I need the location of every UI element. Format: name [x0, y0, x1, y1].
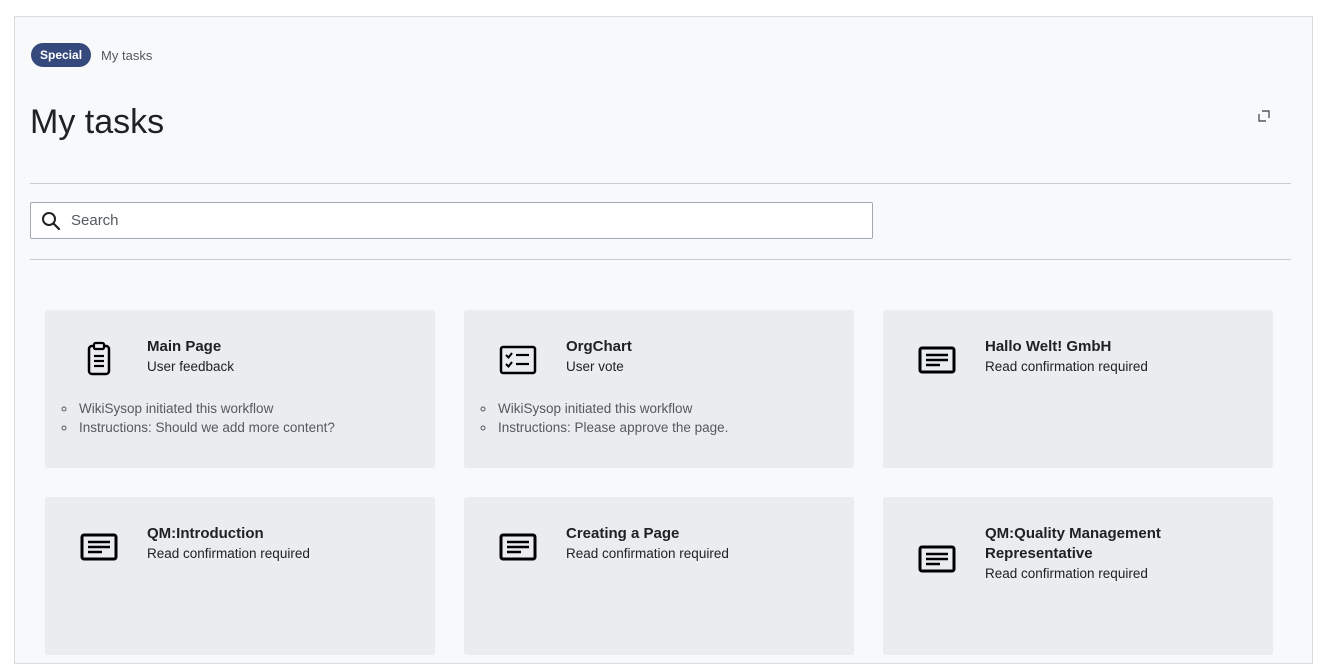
- task-card-orgchart[interactable]: OrgChart User vote WikiSysop initiated t…: [464, 310, 854, 468]
- card-subtitle: Read confirmation required: [985, 359, 1148, 374]
- special-page-panel: Special My tasks My tasks Main Page: [14, 16, 1313, 664]
- document-icon: [499, 533, 537, 561]
- divider-bottom: [30, 259, 1291, 260]
- search-box[interactable]: [30, 202, 873, 239]
- breadcrumb: Special My tasks: [31, 43, 152, 67]
- task-card-main-page[interactable]: Main Page User feedback WikiSysop initia…: [45, 310, 435, 468]
- card-title[interactable]: OrgChart: [566, 337, 836, 357]
- document-icon: [80, 533, 118, 561]
- detail-item: WikiSysop initiated this workflow: [496, 399, 728, 418]
- card-subtitle: Read confirmation required: [147, 546, 310, 561]
- search-icon: [42, 211, 61, 230]
- task-card-creating-a-page[interactable]: Creating a Page Read confirmation requir…: [464, 497, 854, 655]
- page-title: My tasks: [30, 103, 165, 141]
- special-badge[interactable]: Special: [31, 43, 92, 67]
- card-title[interactable]: QM:Quality Management Representative: [985, 524, 1215, 564]
- detail-item: WikiSysop initiated this workflow: [77, 399, 335, 418]
- card-subtitle: User vote: [566, 359, 624, 374]
- popout-icon[interactable]: [1257, 109, 1271, 123]
- card-title[interactable]: QM:Introduction: [147, 524, 417, 544]
- divider-top: [30, 183, 1291, 184]
- card-subtitle: Read confirmation required: [566, 546, 729, 561]
- card-title[interactable]: Main Page: [147, 337, 417, 357]
- card-subtitle: User feedback: [147, 359, 235, 374]
- document-icon: [918, 545, 956, 573]
- document-icon: [918, 346, 956, 374]
- checklist-icon: [499, 345, 537, 375]
- clipboard-icon: [87, 341, 111, 376]
- task-card-qm-quality-management-representative[interactable]: QM:Quality Management Representative Rea…: [883, 497, 1273, 655]
- search-input[interactable]: [69, 211, 853, 230]
- card-details: WikiSysop initiated this workflow Instru…: [63, 399, 335, 437]
- card-subtitle: Read confirmation required: [985, 566, 1148, 581]
- detail-item: Instructions: Should we add more content…: [77, 418, 335, 437]
- card-details: WikiSysop initiated this workflow Instru…: [482, 399, 728, 437]
- card-title[interactable]: Hallo Welt! GmbH: [985, 337, 1255, 357]
- detail-item: Instructions: Please approve the page.: [496, 418, 728, 437]
- task-card-qm-introduction[interactable]: QM:Introduction Read confirmation requir…: [45, 497, 435, 655]
- card-title[interactable]: Creating a Page: [566, 524, 836, 544]
- task-card-hallo-welt[interactable]: Hallo Welt! GmbH Read confirmation requi…: [883, 310, 1273, 468]
- breadcrumb-current: My tasks: [101, 47, 153, 63]
